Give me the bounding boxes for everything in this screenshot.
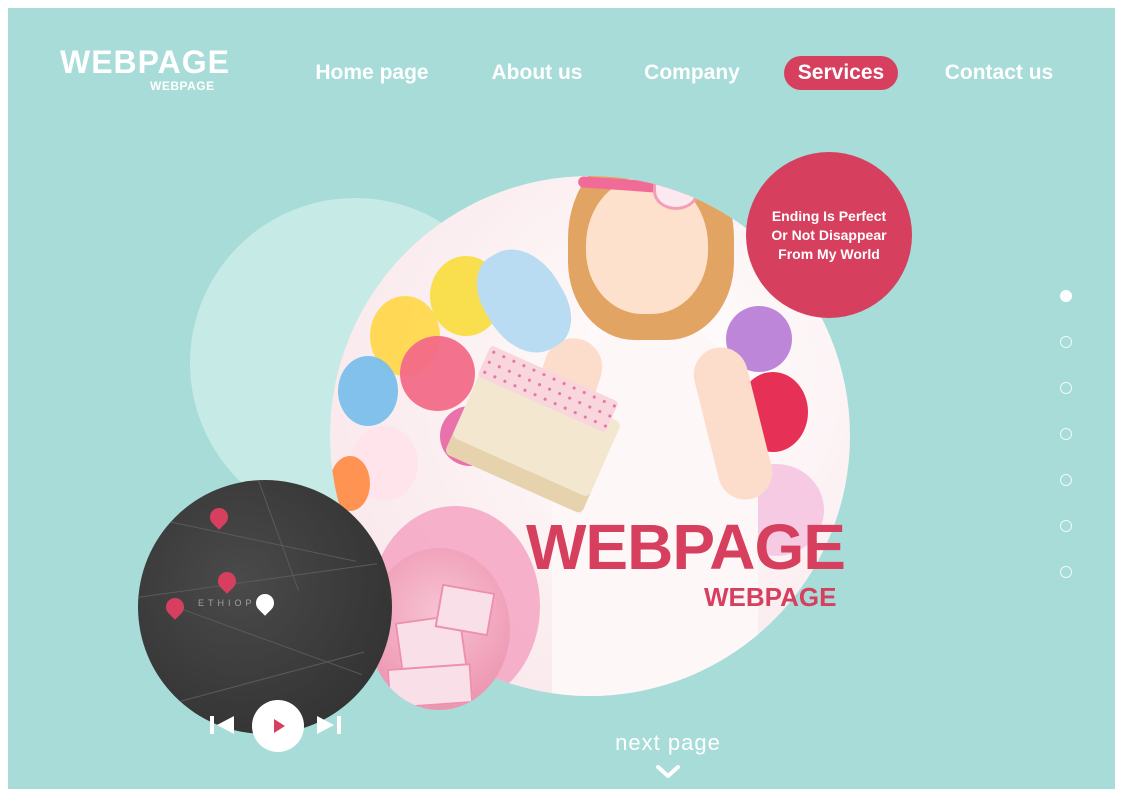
play-icon [274, 719, 285, 733]
next-icon[interactable] [311, 713, 345, 739]
nav-item-about[interactable]: About us [482, 56, 592, 90]
media-controls [206, 698, 356, 758]
badge-line-3: From My World [778, 245, 880, 262]
chevron-down-icon[interactable] [656, 764, 680, 780]
badge-line-1: Ending Is Perfect [771, 207, 887, 224]
pager-dot-5[interactable] [1060, 474, 1072, 486]
nav-item-contact[interactable]: Contact us [938, 56, 1060, 90]
map-country-label: ETHIOP [198, 598, 256, 608]
slide-pager [1060, 290, 1076, 590]
map-pin-selected[interactable] [252, 590, 278, 616]
pager-dot-6[interactable] [1060, 520, 1072, 532]
pager-dot-4[interactable] [1060, 428, 1072, 440]
main-nav: Home page About us Company Services Cont… [8, 56, 1115, 90]
pager-dot-1[interactable] [1060, 290, 1072, 302]
map-widget[interactable]: ETHIOP [138, 480, 392, 734]
pager-dot-3[interactable] [1060, 382, 1072, 394]
hero-title: WEBPAGE [526, 511, 846, 583]
map-pin[interactable] [206, 504, 232, 530]
pager-dot-2[interactable] [1060, 336, 1072, 348]
page-frame: WEBPAGE WEBPAGE Home page About us Compa… [8, 8, 1115, 789]
nav-item-services[interactable]: Services [784, 56, 898, 90]
badge-line-2: Or Not Disappear [771, 226, 887, 243]
map-pin[interactable] [162, 594, 188, 620]
previous-icon[interactable] [206, 713, 240, 739]
map-pin[interactable] [214, 568, 240, 594]
play-button[interactable] [252, 700, 304, 752]
next-page-link[interactable]: next page [568, 730, 768, 756]
quote-badge: Ending Is Perfect Or Not Disappear From … [746, 152, 912, 318]
nav-item-company[interactable]: Company [636, 56, 748, 90]
hero-subtitle: WEBPAGE [704, 582, 837, 612]
pager-dot-7[interactable] [1060, 566, 1072, 578]
nav-item-home[interactable]: Home page [308, 56, 436, 90]
